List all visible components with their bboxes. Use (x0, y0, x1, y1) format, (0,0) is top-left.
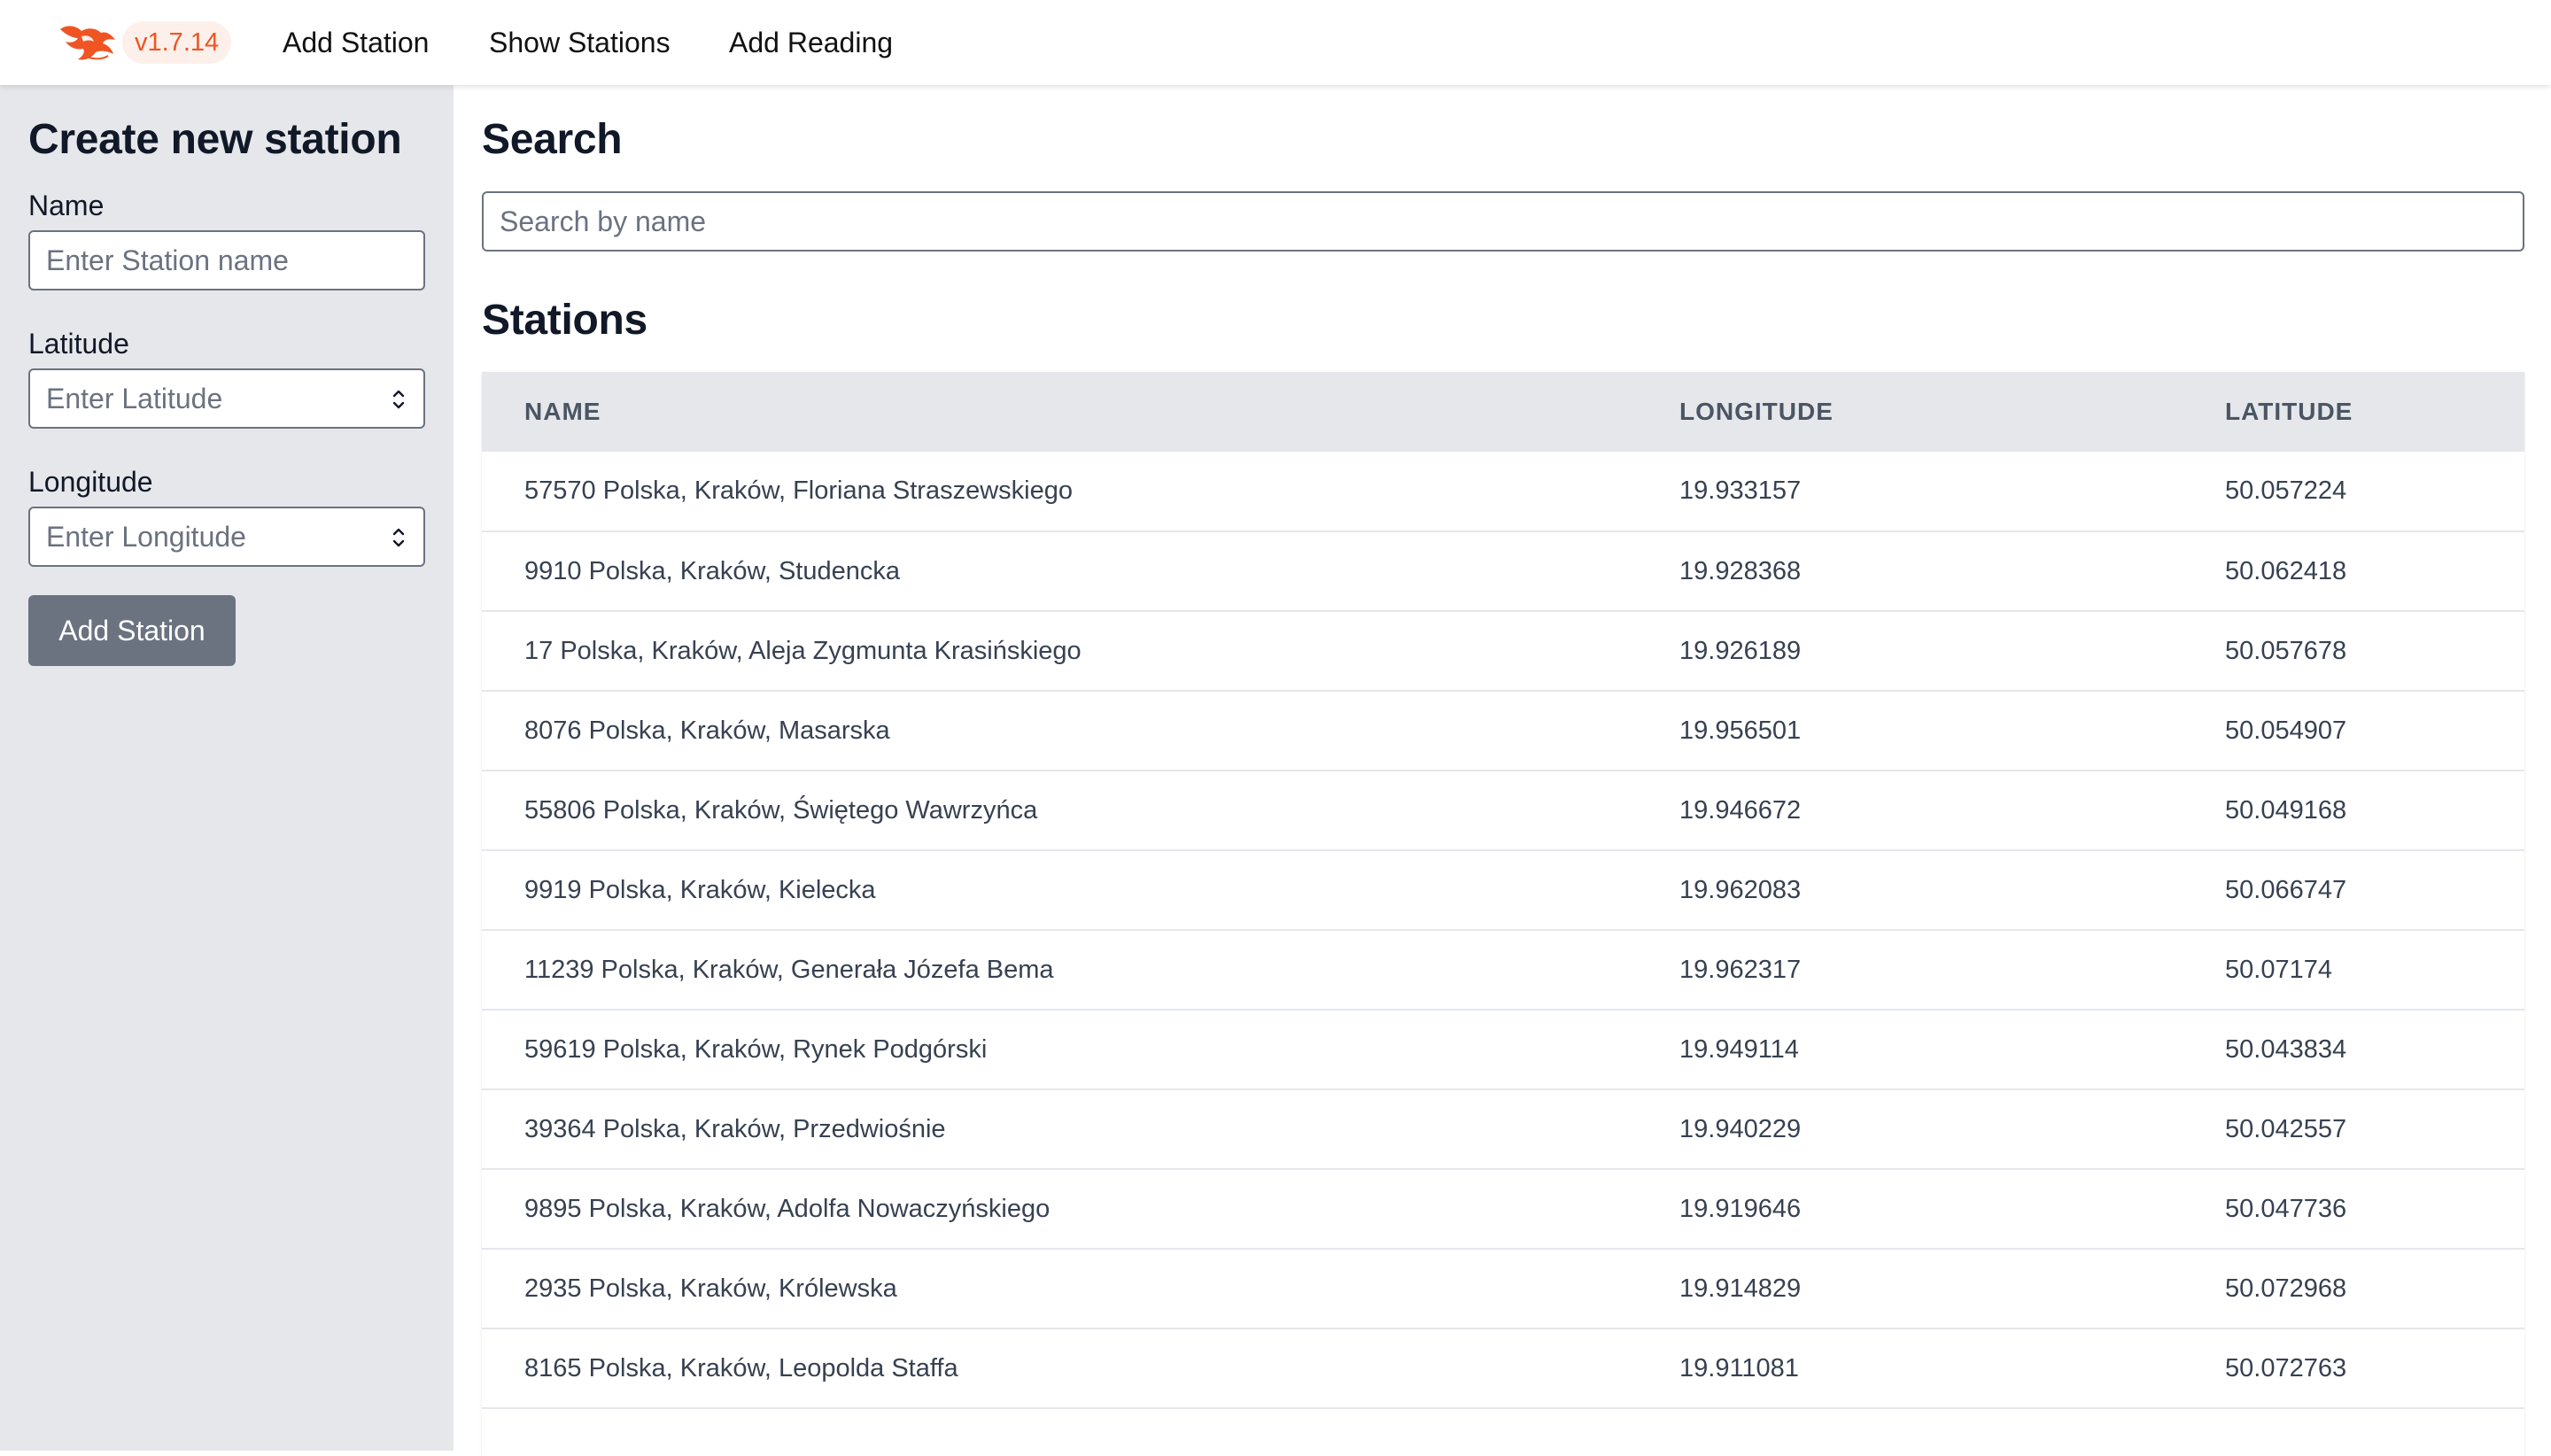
longitude-cell: 19.928368 (1679, 556, 1802, 585)
search-input[interactable] (484, 193, 2523, 250)
latitude-field-wrapper (28, 368, 425, 429)
longitude-cell: 19.933157 (1679, 476, 1802, 505)
table-row[interactable]: 8165 Polska, Kraków, Leopolda Staffa 19.9… (482, 1328, 2524, 1408)
table-row[interactable]: 9919 Polska, Kraków, Kielecka 19.962083 50… (482, 850, 2524, 930)
name-label: Name (28, 190, 105, 221)
create-station-sidebar: Create new station Name Latitude Longitu… (0, 85, 454, 1451)
nav-show-stations[interactable]: Show Stations (489, 25, 671, 60)
create-station-title: Create new station (28, 116, 402, 163)
station-name-cell: 9895 Polska, Kraków, Adolfa Nowaczyńskie… (524, 1194, 1051, 1223)
nav-add-station[interactable]: Add Station (283, 25, 429, 60)
longitude-cell: 19.956501 (1679, 716, 1802, 745)
nav-add-reading[interactable]: Add Reading (729, 25, 893, 60)
version-badge: v1.7.14 (122, 21, 232, 64)
station-name-cell: 59619 Polska, Kraków, Rynek Podgórski (524, 1034, 988, 1064)
latitude-input[interactable] (30, 370, 423, 427)
longitude-cell: 19.926189 (1679, 636, 1802, 665)
column-header-longitude: LONGITUDE (1679, 398, 1834, 425)
name-field-wrapper (28, 230, 425, 290)
table-row[interactable]: 57570 Polska, Kraków, Floriana Straszews… (482, 452, 2524, 531)
number-spinner-icon[interactable] (390, 524, 407, 551)
station-name-cell: 9910 Polska, Kraków, Studencka (524, 556, 900, 585)
stations-table: NAME LONGITUDE LATITUDE 57570 Polska, Kr… (482, 372, 2524, 1409)
brand[interactable]: v1.7.14 (55, 20, 232, 65)
longitude-cell: 19.962317 (1679, 955, 1802, 984)
table-body: 57570 Polska, Kraków, Floriana Straszews… (482, 452, 2524, 1408)
top-navbar: v1.7.14 Add Station Show Stations Add Re… (0, 0, 2551, 85)
table-header: NAME LONGITUDE LATITUDE (482, 372, 2524, 452)
add-station-button[interactable]: Add Station (28, 595, 236, 666)
latitude-label: Latitude (28, 328, 129, 360)
stations-title: Stations (482, 297, 647, 344)
table-row[interactable]: 17 Polska, Kraków, Aleja Zygmunta Krasiń… (482, 611, 2524, 691)
longitude-label: Longitude (28, 466, 153, 498)
table-row[interactable]: 9895 Polska, Kraków, Adolfa Nowaczyńskie… (482, 1169, 2524, 1249)
table-header-row: NAME LONGITUDE LATITUDE (482, 372, 2524, 452)
latitude-cell: 50.066747 (2225, 875, 2347, 904)
table-row[interactable]: 39364 Polska, Kraków, Przedwiośnie 19.940… (482, 1089, 2524, 1169)
latitude-cell: 50.057224 (2225, 476, 2347, 505)
longitude-cell: 19.919646 (1679, 1194, 1802, 1223)
stations-table-container: NAME LONGITUDE LATITUDE 57570 Polska, Kr… (482, 372, 2524, 1456)
longitude-field-wrapper (28, 507, 425, 567)
phoenix-logo-icon (60, 26, 115, 60)
longitude-cell: 19.911081 (1679, 1353, 1799, 1382)
latitude-cell: 50.043834 (2225, 1034, 2347, 1064)
station-name-input[interactable] (30, 232, 423, 289)
table-row[interactable]: 59619 Polska, Kraków, Rynek Podgórski 19.… (482, 1010, 2524, 1089)
latitude-cell: 50.049168 (2225, 795, 2347, 825)
station-name-cell: 55806 Polska, Kraków, Świętego Wawrzyńca (524, 795, 1038, 825)
latitude-cell: 50.047736 (2225, 1194, 2347, 1223)
table-row[interactable]: 8076 Polska, Kraków, Masarska 19.956501 50… (482, 691, 2524, 771)
longitude-cell: 19.949114 (1679, 1034, 1799, 1064)
station-name-cell: 17 Polska, Kraków, Aleja Zygmunta Krasiń… (524, 636, 1082, 665)
station-name-cell: 2935 Polska, Kraków, Królewska (524, 1274, 897, 1303)
table-row[interactable]: 2935 Polska, Kraków, Królewska 19.914829 5… (482, 1249, 2524, 1328)
longitude-cell: 19.940229 (1679, 1114, 1802, 1143)
longitude-cell: 19.946672 (1679, 795, 1802, 825)
latitude-cell: 50.072763 (2225, 1353, 2347, 1382)
table-row[interactable]: 11239 Polska, Kraków, Generała Józefa Be… (482, 930, 2524, 1010)
latitude-cell: 50.062418 (2225, 556, 2347, 585)
search-field-wrapper (482, 191, 2524, 252)
number-spinner-icon[interactable] (390, 386, 407, 413)
table-row[interactable]: 9910 Polska, Kraków, Studencka 19.928368 5… (482, 531, 2524, 611)
latitude-cell: 50.042557 (2225, 1114, 2347, 1143)
table-row[interactable]: 55806 Polska, Kraków, Świętego Wawrzyńca… (482, 771, 2524, 850)
longitude-input[interactable] (30, 508, 423, 565)
main-content: Search Stations NAME LONGITUDE LATITUDE … (482, 85, 2524, 1456)
station-name-cell: 39364 Polska, Kraków, Przedwiośnie (524, 1114, 946, 1143)
search-title: Search (482, 116, 623, 163)
station-name-cell: 8076 Polska, Kraków, Masarska (524, 716, 890, 745)
column-header-latitude: LATITUDE (2225, 398, 2353, 425)
longitude-cell: 19.962083 (1679, 875, 1802, 904)
latitude-cell: 50.054907 (2225, 716, 2347, 745)
station-name-cell: 8165 Polska, Kraków, Leopolda Staffa (524, 1353, 958, 1382)
longitude-cell: 19.914829 (1679, 1274, 1802, 1303)
latitude-cell: 50.07174 (2225, 955, 2332, 984)
latitude-cell: 50.057678 (2225, 636, 2347, 665)
column-header-name: NAME (524, 398, 601, 425)
station-name-cell: 9919 Polska, Kraków, Kielecka (524, 875, 876, 904)
station-name-cell: 11239 Polska, Kraków, Generała Józefa Be… (524, 955, 1054, 984)
station-name-cell: 57570 Polska, Kraków, Floriana Straszews… (524, 476, 1073, 505)
latitude-cell: 50.072968 (2225, 1274, 2347, 1303)
